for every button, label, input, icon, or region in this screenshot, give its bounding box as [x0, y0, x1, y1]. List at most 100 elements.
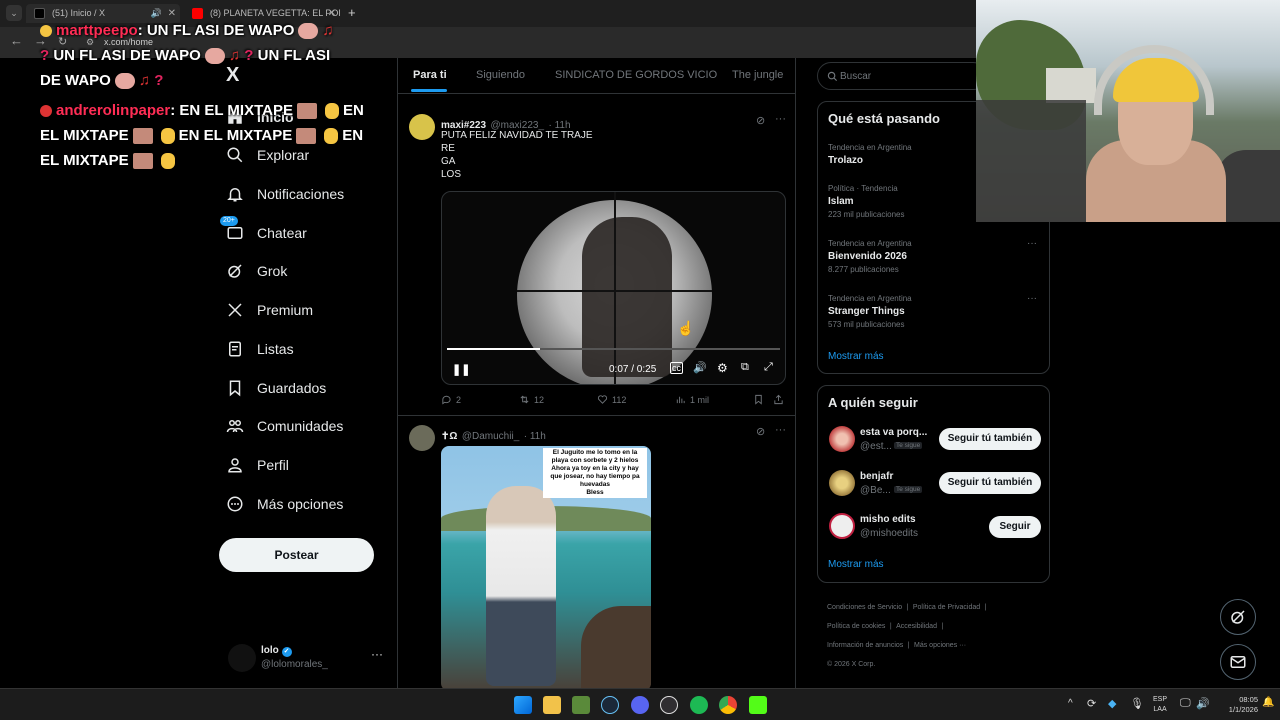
video-player[interactable]: ❚❚ 0:07 / 0:25 cc 🔊 ⚙ ⧉ ⤢ [441, 191, 786, 385]
tweet-author-handle[interactable]: @Damuchii_ [462, 431, 519, 442]
tray-icon[interactable]: ⟳ [1087, 697, 1096, 710]
nav-item-communities[interactable]: Comunidades [226, 411, 343, 441]
volume-icon[interactable]: 🔊 [1196, 697, 1210, 710]
show-more-trends[interactable]: Mostrar más [828, 351, 884, 362]
volume-icon[interactable]: 🔊 [693, 361, 707, 374]
follow-button[interactable]: Seguir [989, 516, 1041, 538]
search-box[interactable]: Buscar [817, 62, 987, 90]
tweet-more-icon[interactable]: ··· [775, 113, 786, 125]
clock[interactable]: 08:05 1/1/2026 [1212, 695, 1258, 715]
nav-item-premium[interactable]: Premium [226, 295, 313, 325]
footer-terms[interactable]: Condiciones de Servicio [827, 604, 902, 611]
discord-icon[interactable] [631, 696, 649, 714]
views-count: 1 mil [690, 394, 710, 405]
footer-cookies[interactable]: Política de cookies [827, 623, 885, 630]
follow-button[interactable]: Seguir tú también [939, 472, 1041, 494]
chat-text: UN FL ASI DE WAPO [53, 47, 201, 64]
chrome-icon[interactable] [719, 696, 737, 714]
pip-icon[interactable]: ⧉ [741, 361, 749, 374]
footer-accessibility[interactable]: Accesibilidad [896, 623, 937, 630]
footer-more[interactable]: Más opciones ··· [914, 642, 966, 649]
system-tray-chevron-icon[interactable]: ^ [1068, 698, 1073, 709]
emote-icon [204, 48, 225, 65]
reply-action[interactable]: 2 [441, 394, 461, 405]
notification-icon[interactable]: 🔔 [1262, 697, 1274, 708]
trend-more-icon[interactable]: ··· [1027, 293, 1037, 304]
caption-line: Ahora ya toy en la city y hay [551, 465, 639, 472]
nav-item-grok[interactable]: Grok [226, 256, 287, 286]
language-indicator[interactable]: ESP LAA [1153, 695, 1167, 715]
tray-icon[interactable]: ◆ [1108, 697, 1116, 710]
tab-the-jungle[interactable]: The jungle [732, 69, 783, 81]
footer-copyright: © 2026 X Corp. [827, 661, 876, 668]
nav-item-profile[interactable]: Perfil [226, 450, 289, 480]
avatar[interactable] [409, 114, 435, 140]
tweet-author-name[interactable]: ✝Ω [441, 431, 457, 442]
tweet-header: ✝Ω @Damuchii_ · 11h [441, 426, 546, 444]
follow-button[interactable]: Seguir tú también [939, 428, 1041, 450]
fullscreen-icon[interactable]: ⤢ [764, 361, 773, 374]
settings-icon[interactable]: ⚙ [717, 361, 728, 375]
footer-privacy[interactable]: Política de Privacidad [913, 604, 980, 611]
grok-floating-button[interactable] [1220, 599, 1256, 635]
footer-ads-info[interactable]: Información de anuncios [827, 642, 903, 649]
tweet-more-icon[interactable]: ··· [775, 424, 786, 436]
account-switcher[interactable]: lolo ✓ @lolomorales_ ··· [228, 642, 388, 676]
spotify-icon[interactable] [690, 696, 708, 714]
tweet[interactable]: maxi#223 @maxi223_ · 11h ⊘ ··· PUTA FELI… [398, 106, 795, 416]
network-icon[interactable]: 🖵 [1180, 697, 1191, 710]
music-note-icon: ♫ [138, 72, 151, 89]
nav-item-more[interactable]: Más opciones [226, 489, 343, 519]
messages-floating-button[interactable] [1220, 644, 1256, 680]
tweet-image[interactable]: El Juguito me lo tomo en la playa con so… [441, 446, 651, 688]
tab-list-chevron-icon[interactable]: ⌄ [6, 5, 22, 21]
user-badge-icon [40, 25, 52, 38]
windows-start-icon[interactable] [514, 696, 532, 714]
tab-for-you[interactable]: Para ti [413, 69, 447, 81]
obs-icon[interactable] [660, 696, 678, 714]
file-explorer-icon[interactable] [543, 696, 561, 714]
who-to-follow-title: A quién seguir [828, 395, 918, 410]
video-figure [582, 217, 672, 377]
grok-icon[interactable]: ⊘ [756, 425, 765, 438]
like-action[interactable]: 112 [597, 394, 626, 405]
nav-item-lists[interactable]: Listas [226, 334, 294, 364]
avatar[interactable] [409, 425, 435, 451]
back-icon[interactable]: ← [10, 33, 23, 48]
emote-icon [296, 128, 317, 145]
trends-title: Qué está pasando [828, 111, 940, 126]
tweet[interactable]: ✝Ω @Damuchii_ · 11h ⊘ ··· El Juguito me … [398, 417, 795, 688]
tab-following[interactable]: Siguiendo [476, 69, 525, 81]
trend-item[interactable]: Tendencia en Argentina Bienvenido 2026 8… [828, 239, 1043, 274]
grok-icon[interactable]: ⊘ [756, 114, 765, 127]
tweet-time[interactable]: · 11h [524, 431, 546, 442]
trend-more-icon[interactable]: ··· [1027, 238, 1037, 249]
captions-icon[interactable]: cc [670, 362, 683, 374]
follow-suggestion[interactable]: misho edits @mishoedits Seguir [818, 509, 1051, 549]
minecraft-icon[interactable] [572, 696, 590, 714]
nav-label: Más opciones [257, 496, 344, 512]
nav-item-notifications[interactable]: Notificaciones [226, 179, 344, 209]
show-more-follow[interactable]: Mostrar más [828, 559, 884, 570]
trend-count: 8.277 publicaciones [828, 265, 899, 274]
post-button[interactable]: Postear [219, 538, 374, 572]
tab-sindicato[interactable]: SINDICATO DE GORDOS VICIO [555, 69, 717, 81]
steam-icon[interactable] [601, 696, 619, 714]
microphone-icon[interactable]: 🎙 [1130, 697, 1144, 710]
pause-icon[interactable]: ❚❚ [452, 363, 470, 376]
nav-item-bookmarks[interactable]: Guardados [226, 373, 326, 403]
kick-icon[interactable] [749, 696, 767, 714]
bookmark-action[interactable] [753, 394, 768, 405]
account-more-icon[interactable]: ··· [371, 647, 383, 661]
views-action[interactable]: 1 mil [675, 394, 709, 405]
follow-suggestion[interactable]: benjafr @Be... Te sigue Seguir tú tambié… [818, 466, 1051, 506]
repost-action[interactable]: 12 [519, 394, 544, 405]
emote-icon [114, 73, 135, 90]
bookmark-icon [229, 380, 241, 397]
trend-item[interactable]: Tendencia en Argentina Stranger Things 5… [828, 294, 1043, 329]
follow-suggestion[interactable]: esta va porq... @est... Te sigue Seguir … [818, 422, 1051, 462]
video-progress-track[interactable] [447, 348, 780, 350]
nav-item-chat[interactable]: 20+ Chatear [220, 216, 307, 248]
share-action[interactable] [773, 394, 788, 405]
tweet-text-line: GA [441, 156, 456, 167]
